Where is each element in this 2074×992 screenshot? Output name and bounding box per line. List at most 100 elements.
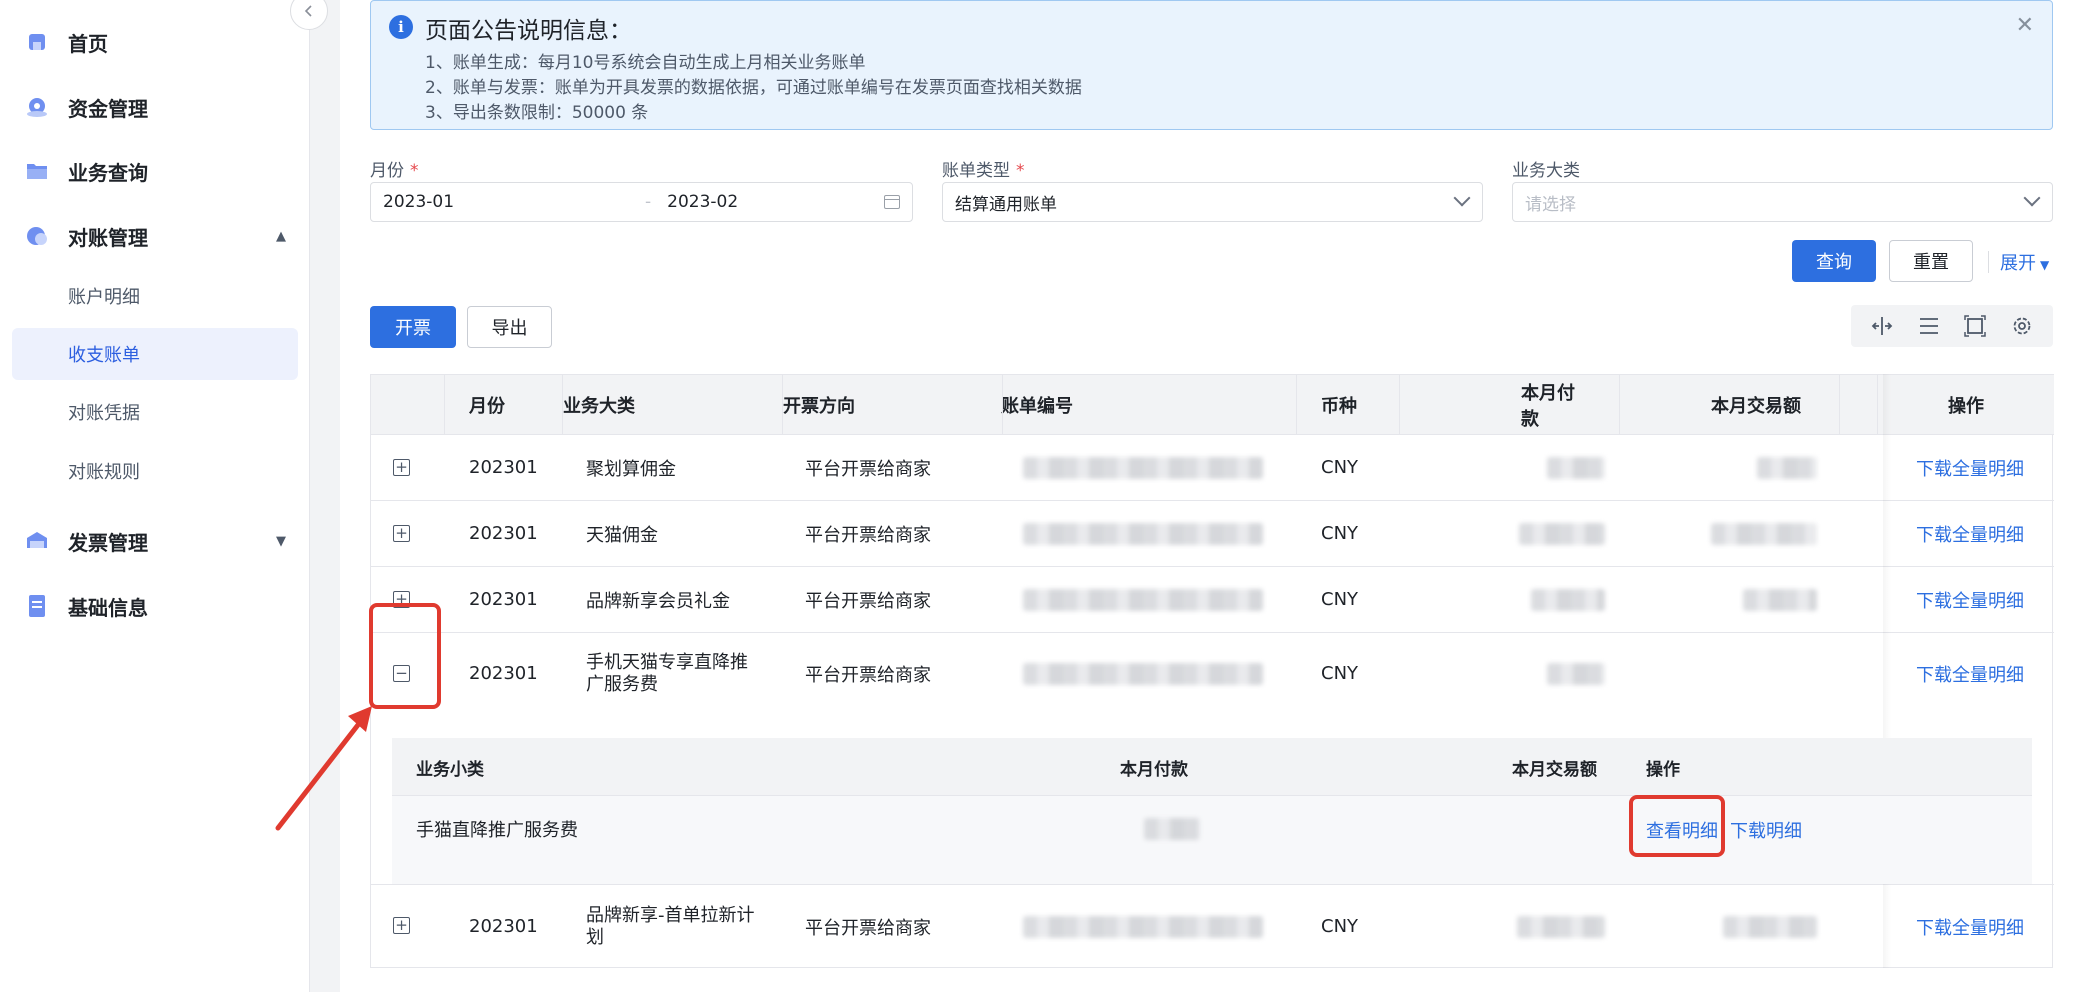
reset-button[interactable]: 重置: [1889, 240, 1973, 282]
cell-category: 手机天猫专享直降推广服务费: [586, 651, 748, 695]
expand-row-icon[interactable]: +: [393, 525, 410, 542]
download-full-detail-link[interactable]: 下载全量明细: [1916, 521, 2024, 547]
nav-item-home[interactable]: 首页: [0, 14, 310, 70]
expand-label: 展开: [2000, 253, 2036, 274]
sub-col-operation: 操作: [1646, 759, 1680, 780]
download-full-detail-link[interactable]: 下载全量明细: [1916, 455, 2024, 481]
sub-cell-subcategory: 手猫直降推广服务费: [416, 820, 578, 841]
notice-line: 3、导出条数限制：50000 条: [425, 103, 649, 123]
cell-month: 202301: [469, 916, 538, 937]
cell-direction: 平台开票给商家: [805, 664, 931, 686]
table-header: 月份 业务大类 开票方向 账单编号 币种 本月付款 本月交易额 操作: [371, 374, 2054, 435]
month-start[interactable]: 2023-01: [383, 192, 629, 212]
cell-direction: 平台开票给商家: [805, 590, 931, 612]
annotation-highlight-view-detail: [1629, 795, 1725, 857]
redacted-sub-payment: [1144, 818, 1200, 840]
category-label-text: 业务大类: [1512, 161, 1580, 181]
bill-type-label-text: 账单类型: [942, 161, 1010, 181]
notice-title: 页面公告说明信息：: [425, 18, 632, 44]
sidebar-item-reconcile-voucher[interactable]: 对账凭据: [12, 386, 298, 438]
required-mark: *: [1016, 161, 1025, 181]
download-detail-link[interactable]: 下载明细: [1730, 817, 1802, 843]
chevron-down-icon: [2023, 189, 2041, 207]
column-width-icon[interactable]: [1870, 314, 1894, 338]
redacted-bill-no: [1023, 457, 1263, 479]
redacted-payment: [1519, 523, 1605, 545]
caret-up-icon: ▲: [276, 228, 286, 244]
nav-label: 对账管理: [68, 225, 148, 250]
sub-col-trade: 本月交易额: [1512, 759, 1597, 780]
gear-icon[interactable]: [2010, 314, 2034, 338]
redacted-payment: [1517, 916, 1605, 938]
cell-currency: CNY: [1321, 663, 1359, 684]
invoice-icon: [24, 528, 50, 554]
range-separator: -: [645, 192, 652, 212]
redacted-trade: [1757, 457, 1817, 479]
col-operation: 操作: [1948, 396, 1984, 417]
fund-icon: [24, 94, 50, 120]
month-end[interactable]: 2023-02: [667, 192, 738, 212]
col-month: 月份: [469, 396, 505, 417]
fullscreen-icon[interactable]: [1963, 314, 1987, 338]
expand-filters-link[interactable]: 展开 ▼: [2000, 249, 2049, 275]
cell-direction: 平台开票给商家: [805, 917, 931, 939]
home-icon: [24, 29, 50, 55]
sidebar-item-reconcile-rule[interactable]: 对账规则: [12, 445, 298, 497]
download-full-detail-link[interactable]: 下载全量明细: [1916, 661, 2024, 687]
category-select[interactable]: 请选择: [1512, 182, 2053, 222]
notice-line: 2、账单与发票：账单为开具发票的数据依据，可通过账单编号在发票页面查找相关数据: [425, 78, 1082, 98]
download-full-detail-link[interactable]: 下载全量明细: [1916, 914, 2024, 940]
col-month-trade: 本月交易额: [1711, 396, 1801, 417]
download-full-detail-link[interactable]: 下载全量明细: [1916, 587, 2024, 613]
bill-type-select[interactable]: 结算通用账单: [942, 182, 1483, 222]
table-row: + 202301 聚划算佣金 平台开票给商家 CNY 下载全量明细: [371, 434, 2054, 500]
required-mark: *: [410, 161, 419, 181]
redacted-trade: [1723, 916, 1817, 938]
export-button[interactable]: 导出: [467, 306, 552, 348]
month-label: 月份 *: [370, 156, 419, 181]
caret-down-icon: ▼: [276, 533, 286, 549]
sidebar-item-account-detail[interactable]: 账户明细: [12, 270, 298, 322]
sidebar-item-income-expense-bill[interactable]: 收支账单: [12, 328, 298, 380]
info-icon: i: [389, 15, 413, 39]
sidebar: 首页 资金管理 业务查询 对账管理 ▲ 账户明细 收支账单 对账凭据 对账规则 …: [0, 0, 328, 992]
col-month-payment: 本月付款: [1521, 383, 1575, 430]
sub-col-subcategory: 业务小类: [416, 759, 484, 780]
chevron-down-icon: [1453, 189, 1471, 207]
redacted-bill-no: [1023, 523, 1263, 545]
reconcile-icon: [24, 223, 50, 249]
nav-item-business-query[interactable]: 业务查询: [0, 143, 310, 199]
redacted-trade: [1743, 589, 1817, 611]
cell-currency: CNY: [1321, 457, 1359, 478]
month-range-picker[interactable]: 2023-01 - 2023-02: [370, 182, 913, 222]
density-icon[interactable]: [1917, 314, 1941, 338]
category-placeholder: 请选择: [1525, 194, 1576, 215]
cell-currency: CNY: [1321, 589, 1359, 610]
invoice-button[interactable]: 开票: [370, 306, 456, 348]
caret-down-icon: ▼: [2040, 258, 2050, 272]
calendar-icon[interactable]: [884, 195, 900, 209]
close-icon[interactable]: ✕: [2016, 13, 2034, 38]
sub-col-payment: 本月付款: [1120, 759, 1188, 780]
expand-row-icon[interactable]: +: [393, 917, 410, 934]
table-row: + 202301 天猫佣金 平台开票给商家 CNY 下载全量明细: [371, 500, 2054, 566]
nav-item-invoice[interactable]: 发票管理 ▼: [0, 513, 310, 569]
col-bill-no: 账单编号: [1001, 396, 1073, 417]
nav-label: 资金管理: [68, 96, 148, 121]
query-button[interactable]: 查询: [1792, 240, 1876, 282]
bill-type-value: 结算通用账单: [955, 194, 1057, 215]
expanded-detail-table: 业务小类 本月付款 本月交易额 操作 手猫直降推广服务费 查看明细 下载明细: [392, 738, 2032, 884]
cell-direction: 平台开票给商家: [805, 458, 931, 480]
table-row-expanded: − 202301 手机天猫专享直降推广服务费 平台开票给商家 CNY 下载全量明…: [371, 632, 2054, 714]
bill-type-label: 账单类型 *: [942, 156, 1025, 181]
nav-label: 发票管理: [68, 530, 148, 555]
cell-category: 品牌新享会员礼金: [586, 590, 730, 612]
redacted-payment: [1547, 663, 1605, 685]
nav-item-fund[interactable]: 资金管理: [0, 79, 310, 135]
nav-label: 首页: [68, 31, 108, 56]
expand-row-icon[interactable]: +: [393, 459, 410, 476]
nav-item-reconcile[interactable]: 对账管理 ▲: [0, 208, 310, 264]
redacted-bill-no: [1023, 589, 1263, 611]
divider: [1988, 251, 1989, 273]
nav-item-basic-info[interactable]: 基础信息: [0, 578, 310, 634]
